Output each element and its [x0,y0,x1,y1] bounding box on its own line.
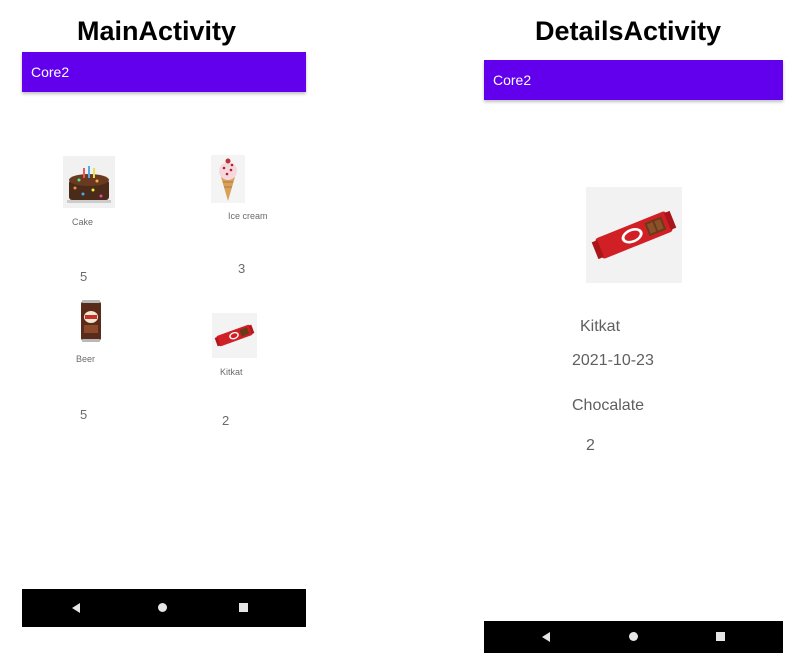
beer-can-icon [77,297,105,345]
kitkat-icon [586,187,682,283]
beer-can-image[interactable] [77,297,105,345]
recents-icon[interactable] [239,603,248,612]
cake-image[interactable] [63,156,115,208]
detail-category: Chocalate [572,397,645,414]
main-activity-heading: MainActivity [77,16,237,46]
home-icon[interactable] [629,632,638,641]
item-quantity-beer: 5 [80,407,88,422]
item-name-cake: Cake [72,217,94,227]
item-name-beer: Beer [76,354,96,364]
main-activity-screen: Core2 Cake 5 Ice cream 3 Beer 5 Kitkat 2 [22,52,306,627]
app-bar: Core2 [22,52,306,92]
kitkat-image-small[interactable] [212,313,257,358]
navigation-bar [484,621,783,653]
back-icon[interactable] [72,603,80,613]
kitkat-icon [212,313,257,358]
kitkat-image-large [586,187,682,283]
detail-name: Kitkat [580,318,621,335]
ice-cream-image[interactable] [211,155,245,203]
item-name-kitkat: Kitkat [220,367,243,377]
ice-cream-icon [211,155,245,203]
details-activity-heading: DetailsActivity [535,16,722,46]
navigation-bar [22,589,306,627]
app-bar: Core2 [484,60,783,100]
app-title: Core2 [493,72,532,88]
item-quantity-kitkat: 2 [222,413,230,428]
comparison-stage: MainActivity DetailsActivity Core2 Cake … [0,0,799,662]
details-activity-screen: Core2 Kitkat 2021-10-23 Chocalate 2 [484,60,783,653]
recents-icon[interactable] [716,632,725,641]
back-icon[interactable] [542,632,550,642]
item-quantity-ice-cream: 3 [238,261,246,276]
home-icon[interactable] [158,603,167,612]
item-name-ice-cream: Ice cream [228,211,268,221]
detail-quantity: 2 [586,437,595,454]
item-quantity-cake: 5 [80,269,88,284]
detail-date: 2021-10-23 [572,352,654,369]
cake-icon [63,156,115,208]
app-title: Core2 [31,64,70,80]
